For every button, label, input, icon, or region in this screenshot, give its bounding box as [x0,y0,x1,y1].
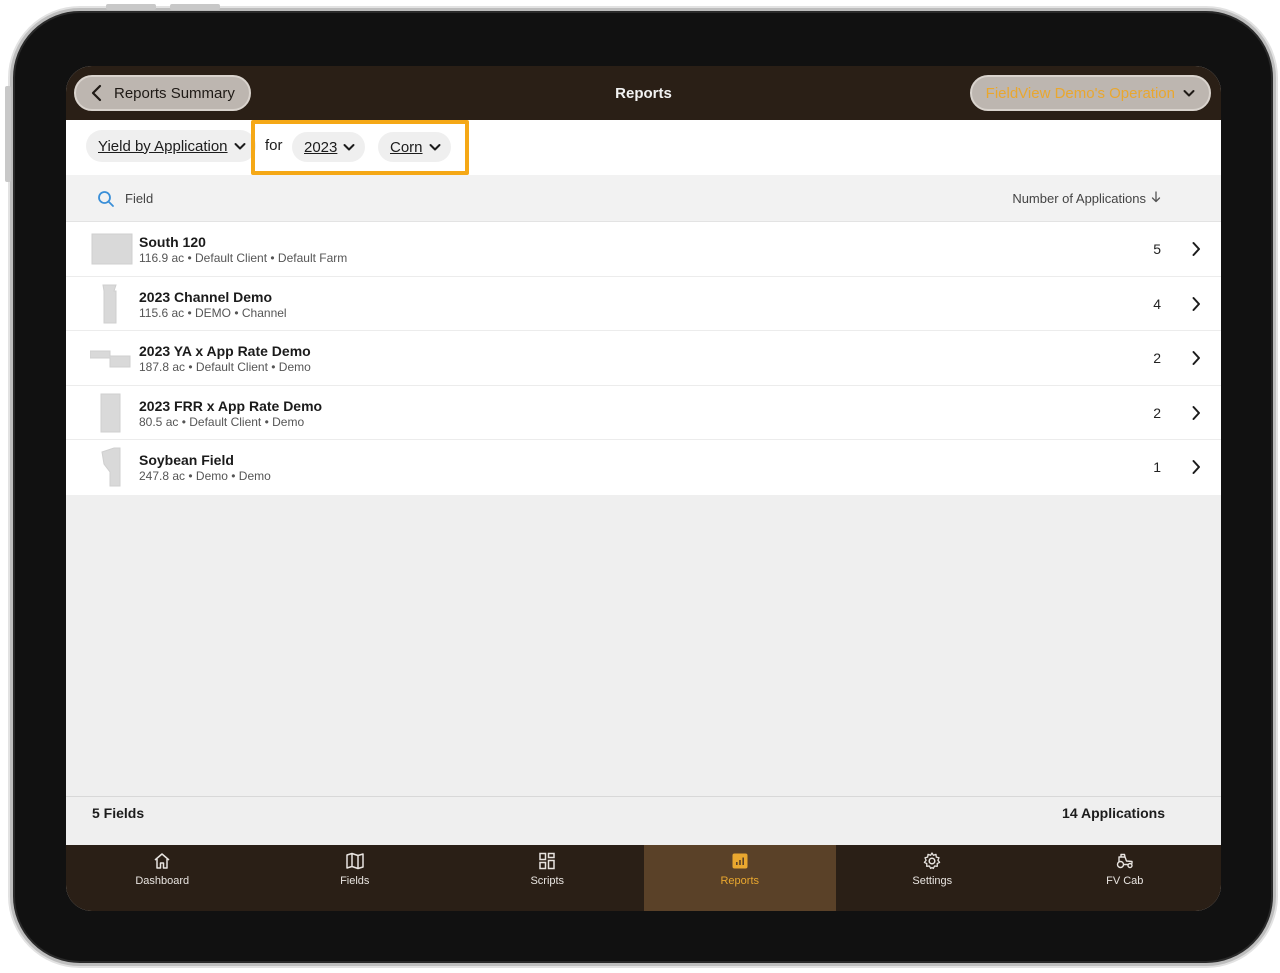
application-count: 1 [1153,459,1161,476]
arrow-down-icon [1151,191,1161,206]
tab-label: Settings [912,875,953,887]
chevron-down-icon [1183,85,1195,102]
tab-label: Scripts [530,875,565,887]
chevron-down-icon [429,139,441,156]
applications-column-label: Number of Applications [1012,191,1146,206]
tab-label: FV Cab [1106,875,1144,887]
filter-bar: Yield by Application for 2023 Corn [66,120,1221,175]
top-nav-bar: Reports Summary Reports FieldView Demo's… [66,66,1221,120]
chart-icon [732,853,748,869]
table-header: Field Number of Applications [66,175,1221,222]
for-label: for [265,137,283,154]
back-button[interactable]: Reports Summary [74,75,251,111]
field-name: 2023 FRR x App Rate Demo [139,397,323,414]
chevron-down-icon [234,138,246,155]
field-details: 187.8 ac • Default Client • Demo [139,360,311,375]
operation-selector[interactable]: FieldView Demo's Operation [969,75,1211,111]
chevron-right-icon [1192,296,1200,311]
chevron-down-icon [343,139,355,156]
bottom-tab-bar: Dashboard Fields Scripts Reports Setting… [66,845,1221,911]
table-row[interactable]: 2023 Channel Demo 115.6 ac • DEMO • Chan… [66,277,1221,332]
report-type-label: Yield by Application [98,137,228,155]
tab-fields[interactable]: Fields [259,845,452,911]
field-details: 116.9 ac • Default Client • Default Farm [139,251,348,265]
field-column-header[interactable]: Field [125,191,153,206]
grid-icon [539,852,555,870]
year-label: 2023 [304,138,338,156]
crop-selector[interactable]: Corn [378,132,451,162]
application-count: 2 [1153,404,1161,421]
page-title: Reports [615,84,672,102]
summary-bar: 5 Fields 14 Applications [66,796,1221,846]
field-name: South 120 [139,234,206,250]
tab-label: Fields [340,875,370,887]
tab-fv-cab[interactable]: FV Cab [1029,845,1222,911]
field-list: South 120 116.9 ac • Default Client • De… [66,222,1221,495]
field-details: 247.8 ac • Demo • Demo [139,469,271,484]
operation-label: FieldView Demo's Operation [985,84,1175,102]
application-count: 2 [1153,350,1161,367]
power-button [5,86,11,182]
app-screen: Reports Summary Reports FieldView Demo's… [66,66,1221,911]
tab-reports[interactable]: Reports [643,845,836,911]
tractor-icon [1116,853,1133,869]
tab-scripts[interactable]: Scripts [451,845,644,911]
back-button-label: Reports Summary [114,84,235,102]
year-selector[interactable]: 2023 [292,132,366,162]
field-boundary-thumbnail [101,447,121,487]
table-row[interactable]: 2023 YA x App Rate Demo 187.8 ac • Defau… [66,331,1221,386]
chevron-right-icon [1192,351,1200,366]
field-name: 2023 Channel Demo [139,288,273,305]
crop-label: Corn [390,138,423,156]
home-icon [154,853,170,869]
tab-dashboard[interactable]: Dashboard [66,845,259,911]
volume-button [170,4,220,10]
chevron-left-icon [86,82,108,104]
field-boundary-thumbnail [102,284,117,324]
tab-settings[interactable]: Settings [836,845,1029,911]
chevron-right-icon [1192,460,1200,475]
field-boundary-thumbnail [91,233,133,265]
chevron-right-icon [1192,405,1200,420]
volume-button [106,4,156,10]
chevron-right-icon [1192,242,1200,256]
gear-icon [924,852,941,870]
applications-column-header[interactable]: Number of Applications [1012,191,1161,206]
fields-total: 5 Fields [92,805,145,821]
table-row[interactable]: South 120 116.9 ac • Default Client • De… [66,222,1221,277]
tab-label: Dashboard [135,875,190,887]
tab-label: Reports [720,875,760,887]
field-name: 2023 YA x App Rate Demo [139,343,311,360]
field-name: Soybean Field [139,452,234,469]
applications-total: 14 Applications [1062,805,1165,821]
field-boundary-thumbnail [100,393,121,433]
field-details: 115.6 ac • DEMO • Channel [139,305,287,320]
search-icon[interactable] [97,190,115,208]
report-type-selector[interactable]: Yield by Application [86,130,256,162]
application-count: 4 [1153,295,1161,312]
field-boundary-thumbnail [90,350,131,368]
application-count: 5 [1153,241,1161,257]
field-details: 80.5 ac • Default Client • Demo [139,414,305,429]
map-icon [346,852,364,870]
table-row[interactable]: Soybean Field 247.8 ac • Demo • Demo 1 [66,440,1221,495]
table-row[interactable]: 2023 FRR x App Rate Demo 80.5 ac • Defau… [66,386,1221,441]
